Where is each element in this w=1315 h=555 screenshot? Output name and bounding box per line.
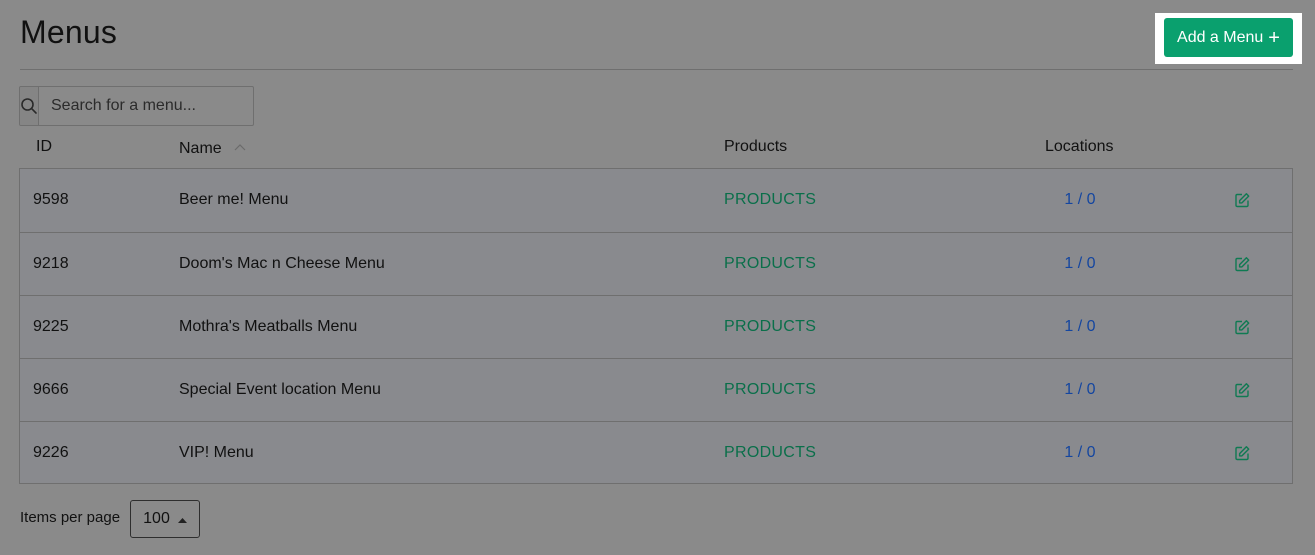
locations-link[interactable]: 1 / 0 [1064,359,1096,421]
column-header-name-label: Name [179,140,222,157]
add-menu-button[interactable]: Add a Menu + [1164,18,1293,57]
search-icon[interactable] [20,87,39,125]
table-row: 9218 Doom's Mac n Cheese Menu PRODUCTS 1… [20,232,1292,295]
products-link[interactable]: PRODUCTS [724,233,816,295]
menus-table: 9598 Beer me! Menu PRODUCTS 1 / 0 9218 D… [19,168,1293,484]
products-link[interactable]: PRODUCTS [724,359,816,421]
items-per-page-label: Items per page [20,509,121,526]
caret-up-icon [177,510,187,528]
edit-icon[interactable] [1232,422,1252,484]
locations-link[interactable]: 1 / 0 [1064,233,1096,295]
menu-name: Mothra's Meatballs Menu [179,318,358,335]
menu-id: 9225 [33,318,69,335]
sort-ascending-icon [234,138,246,156]
menu-id: 9226 [33,444,69,461]
products-link[interactable]: PRODUCTS [724,422,816,484]
edit-icon[interactable] [1232,233,1252,295]
table-row: 9666 Special Event location Menu PRODUCT… [20,358,1292,421]
menu-name: Special Event location Menu [179,381,381,398]
menu-id: 9598 [33,191,69,208]
search-input[interactable] [39,87,253,125]
products-link[interactable]: PRODUCTS [724,169,816,231]
column-header-locations[interactable]: Locations [1045,138,1114,156]
locations-link[interactable]: 1 / 0 [1064,169,1096,231]
items-per-page-value: 100 [143,510,170,527]
column-header-products[interactable]: Products [724,138,787,156]
plus-icon: + [1268,26,1280,49]
locations-link[interactable]: 1 / 0 [1064,422,1096,484]
locations-link[interactable]: 1 / 0 [1064,296,1096,358]
edit-icon[interactable] [1232,296,1252,358]
table-row: 9225 Mothra's Meatballs Menu PRODUCTS 1 … [20,295,1292,358]
column-header-id[interactable]: ID [36,138,52,156]
header-divider [20,69,1293,70]
edit-icon[interactable] [1232,359,1252,421]
products-link[interactable]: PRODUCTS [724,296,816,358]
menu-id: 9218 [33,255,69,272]
items-per-page-select[interactable]: 100 [130,500,200,538]
menus-page: Menus Add a Menu + ID Name Products Loca… [0,0,1315,555]
menu-id: 9666 [33,381,69,398]
add-menu-button-label: Add a Menu [1177,28,1264,46]
menu-name: VIP! Menu [179,444,254,461]
menu-name: Beer me! Menu [179,191,289,208]
page-title: Menus [20,14,118,50]
table-row: 9226 VIP! Menu PRODUCTS 1 / 0 [20,421,1292,484]
search-box [19,86,254,126]
edit-icon[interactable] [1232,169,1252,231]
table-row: 9598 Beer me! Menu PRODUCTS 1 / 0 [20,169,1292,231]
column-header-name[interactable]: Name [179,138,246,158]
menu-name: Doom's Mac n Cheese Menu [179,255,385,272]
